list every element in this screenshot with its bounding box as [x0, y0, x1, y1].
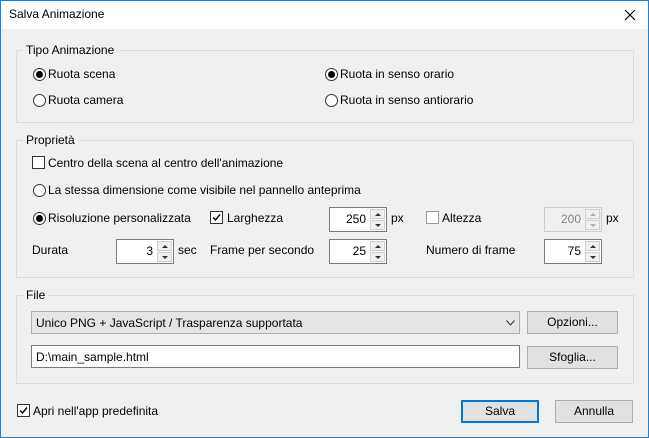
- save-animation-dialog: Salva Animazione Tipo Animazione Ruota s…: [0, 0, 649, 438]
- duration-down-button[interactable]: [157, 252, 172, 262]
- file-path-input[interactable]: D:\main_sample.html: [31, 345, 520, 368]
- checkmark-icon: [19, 407, 28, 415]
- frame-count-down-button[interactable]: [585, 252, 600, 262]
- arrow-down-icon: [375, 256, 381, 259]
- width-down-button[interactable]: [370, 220, 385, 230]
- duration-up-button[interactable]: [157, 241, 172, 251]
- width-spinbox[interactable]: 250: [329, 207, 387, 232]
- counterclockwise-label: Ruota in senso antiorario: [340, 93, 474, 107]
- fps-down-button[interactable]: [370, 252, 385, 262]
- window-title: Salva Animazione: [9, 7, 105, 21]
- close-icon: [624, 9, 636, 21]
- duration-label: Durata: [32, 243, 69, 257]
- close-button[interactable]: [612, 1, 648, 29]
- format-selected: Unico PNG + JavaScript / Trasparenza sup…: [36, 316, 303, 330]
- clockwise-radio[interactable]: [325, 68, 338, 81]
- arrow-up-icon: [375, 213, 381, 216]
- options-button[interactable]: Opzioni...: [527, 311, 618, 334]
- width-up-button[interactable]: [370, 209, 385, 219]
- height-up-button[interactable]: [585, 209, 600, 219]
- frame-count-label: Numero di frame: [426, 243, 516, 257]
- cancel-button[interactable]: Annulla: [555, 400, 633, 423]
- format-dropdown[interactable]: Unico PNG + JavaScript / Trasparenza sup…: [31, 311, 520, 334]
- height-label: Altezza: [442, 211, 482, 225]
- file-group: File: [16, 288, 634, 384]
- arrow-down-icon: [590, 256, 596, 259]
- open-default-app-checkbox[interactable]: [17, 404, 30, 417]
- arrow-up-icon: [162, 245, 168, 248]
- browse-button[interactable]: Sfoglia...: [527, 346, 618, 369]
- height-unit: px: [606, 211, 619, 225]
- animation-type-group: Tipo Animazione: [16, 43, 634, 123]
- height-down-button[interactable]: [585, 220, 600, 230]
- animation-type-legend: Tipo Animazione: [23, 43, 118, 57]
- arrow-up-icon: [590, 245, 596, 248]
- rotate-camera-radio[interactable]: [33, 94, 46, 107]
- same-size-label: La stessa dimensione come visibile nel p…: [48, 183, 361, 197]
- same-size-radio[interactable]: [33, 184, 46, 197]
- height-value: 200: [560, 212, 581, 226]
- duration-spinbox[interactable]: 3: [116, 239, 174, 264]
- arrow-up-icon: [590, 213, 596, 216]
- width-label: Larghezza: [227, 211, 284, 225]
- rotate-scene-radio[interactable]: [33, 68, 46, 81]
- title-bar: Salva Animazione: [1, 1, 648, 29]
- file-legend: File: [23, 288, 49, 302]
- duration-unit: sec: [178, 243, 197, 257]
- height-checkbox[interactable]: [426, 211, 439, 224]
- clockwise-label: Ruota in senso orario: [340, 67, 455, 81]
- fps-value: 25: [352, 244, 366, 258]
- checkmark-icon: [212, 214, 221, 222]
- rotate-camera-label: Ruota camera: [48, 93, 124, 107]
- center-scene-checkbox[interactable]: [32, 156, 45, 169]
- width-checkbox[interactable]: [210, 211, 223, 224]
- frame-count-value: 75: [567, 244, 581, 258]
- arrow-down-icon: [375, 224, 381, 227]
- width-unit: px: [391, 211, 404, 225]
- fps-label: Frame per secondo: [210, 243, 315, 257]
- chevron-down-icon: [501, 312, 519, 333]
- properties-legend: Proprietà: [23, 133, 78, 147]
- center-scene-label: Centro della scena al centro dell'animaz…: [48, 156, 284, 170]
- frame-count-up-button[interactable]: [585, 241, 600, 251]
- width-value: 250: [345, 212, 366, 226]
- fps-up-button[interactable]: [370, 241, 385, 251]
- open-default-app-label: Apri nell'app predefinita: [33, 404, 159, 418]
- frame-count-spinbox[interactable]: 75: [544, 239, 602, 264]
- counterclockwise-radio[interactable]: [325, 94, 338, 107]
- save-button[interactable]: Salva: [461, 400, 539, 423]
- duration-value: 3: [146, 244, 153, 258]
- arrow-down-icon: [590, 224, 596, 227]
- file-path-value: D:\main_sample.html: [36, 350, 149, 364]
- custom-resolution-label: Risoluzione personalizzata: [48, 211, 191, 225]
- height-spinbox[interactable]: 200: [544, 207, 602, 232]
- fps-spinbox[interactable]: 25: [329, 239, 387, 264]
- arrow-down-icon: [162, 256, 168, 259]
- rotate-scene-label: Ruota scena: [48, 67, 116, 81]
- arrow-up-icon: [375, 245, 381, 248]
- custom-resolution-radio[interactable]: [33, 212, 46, 225]
